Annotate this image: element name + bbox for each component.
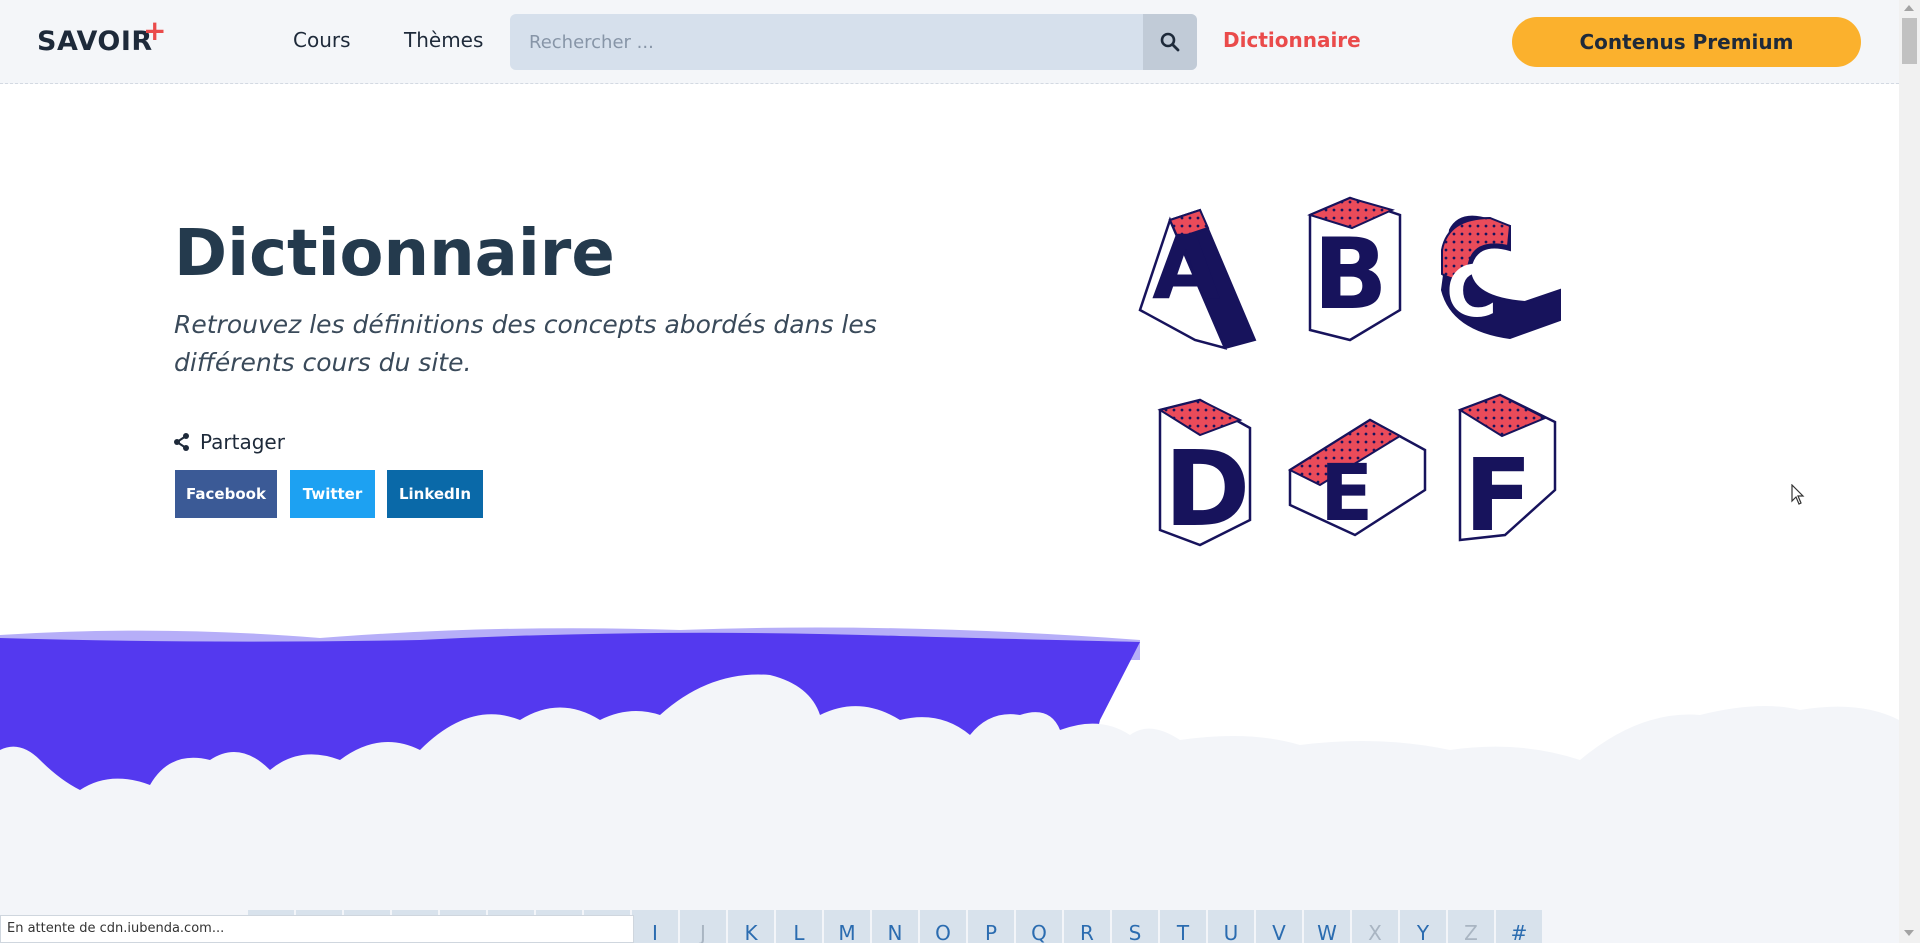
share-facebook-button[interactable]: Facebook xyxy=(175,470,277,518)
letter-a: A xyxy=(1152,216,1220,319)
site-header: SAVOIR + Cours Thèmes Dictionnaire Conte… xyxy=(0,0,1899,84)
alphabet-letter-link[interactable]: # xyxy=(1496,910,1542,943)
share-section: Partager xyxy=(174,430,285,454)
alphabet-letter-link[interactable]: T xyxy=(1160,910,1206,943)
scroll-up-arrow-icon[interactable] xyxy=(1904,5,1914,11)
scrollbar-thumb[interactable] xyxy=(1902,18,1917,64)
alphabet-letter-link[interactable]: J xyxy=(680,910,726,943)
nav-dictionnaire[interactable]: Dictionnaire xyxy=(1223,28,1361,52)
logo-text: SAVOIR xyxy=(37,26,153,57)
search-bar xyxy=(510,14,1197,70)
letter-b: B xyxy=(1313,218,1388,332)
decorative-waves xyxy=(0,627,1899,943)
share-label: Partager xyxy=(200,430,285,454)
letter-f-graphic: F xyxy=(1457,393,1557,554)
alphabet-letter-link[interactable]: Q xyxy=(1016,910,1062,943)
letter-d: D xyxy=(1164,428,1250,550)
share-icon xyxy=(174,433,189,451)
letter-d-graphic: D xyxy=(1157,398,1252,550)
share-linkedin-button[interactable]: LinkedIn xyxy=(387,470,483,518)
premium-button[interactable]: Contenus Premium xyxy=(1512,17,1861,67)
letter-a-graphic: A xyxy=(1138,208,1257,350)
logo-plus: + xyxy=(143,14,167,47)
alphabet-letter-link[interactable]: Y xyxy=(1400,910,1446,943)
alphabet-letter-link[interactable]: U xyxy=(1208,910,1254,943)
alphabet-letter-link[interactable]: L xyxy=(776,910,822,943)
scroll-down-arrow-icon[interactable] xyxy=(1904,930,1914,936)
search-icon xyxy=(1160,32,1180,52)
nav-cours[interactable]: Cours xyxy=(293,28,351,52)
site-logo[interactable]: SAVOIR + xyxy=(37,14,166,58)
alphabet-letter-link[interactable]: V xyxy=(1256,910,1302,943)
alphabet-letter-link[interactable]: X xyxy=(1352,910,1398,943)
letter-f: F xyxy=(1464,437,1532,554)
nav-themes[interactable]: Thèmes xyxy=(404,28,483,52)
search-button[interactable] xyxy=(1143,14,1197,70)
mouse-cursor-icon xyxy=(1791,484,1805,505)
letter-c: C xyxy=(1446,251,1497,333)
browser-status-bar: En attente de cdn.iubenda.com... xyxy=(0,915,634,943)
alphabet-letter-link[interactable]: N xyxy=(872,910,918,943)
alphabet-letter-link[interactable]: R xyxy=(1064,910,1110,943)
alphabet-illustration: A B C D E F xyxy=(1138,196,1561,554)
letter-c-graphic: C xyxy=(1440,215,1561,340)
page: SAVOIR + Cours Thèmes Dictionnaire Conte… xyxy=(0,0,1920,943)
alphabet-letter-link[interactable]: I xyxy=(632,910,678,943)
share-twitter-button[interactable]: Twitter xyxy=(290,470,375,518)
page-title: Dictionnaire xyxy=(174,217,615,291)
alphabet-letter-link[interactable]: S xyxy=(1112,910,1158,943)
alphabet-letter-link[interactable]: K xyxy=(728,910,774,943)
alphabet-letter-link[interactable]: P xyxy=(968,910,1014,943)
alphabet-letter-link[interactable]: M xyxy=(824,910,870,943)
page-subtitle: Retrouvez les définitions des concepts a… xyxy=(174,310,877,377)
letter-e: E xyxy=(1320,449,1373,539)
letter-b-graphic: B xyxy=(1307,196,1402,342)
alphabet-letter-link[interactable]: W xyxy=(1304,910,1350,943)
alphabet-letter-link[interactable]: Z xyxy=(1448,910,1494,943)
page-scrollbar[interactable] xyxy=(1899,0,1920,943)
search-input[interactable] xyxy=(510,14,1141,70)
letter-e-graphic: E xyxy=(1287,418,1427,539)
alphabet-letter-link[interactable]: O xyxy=(920,910,966,943)
